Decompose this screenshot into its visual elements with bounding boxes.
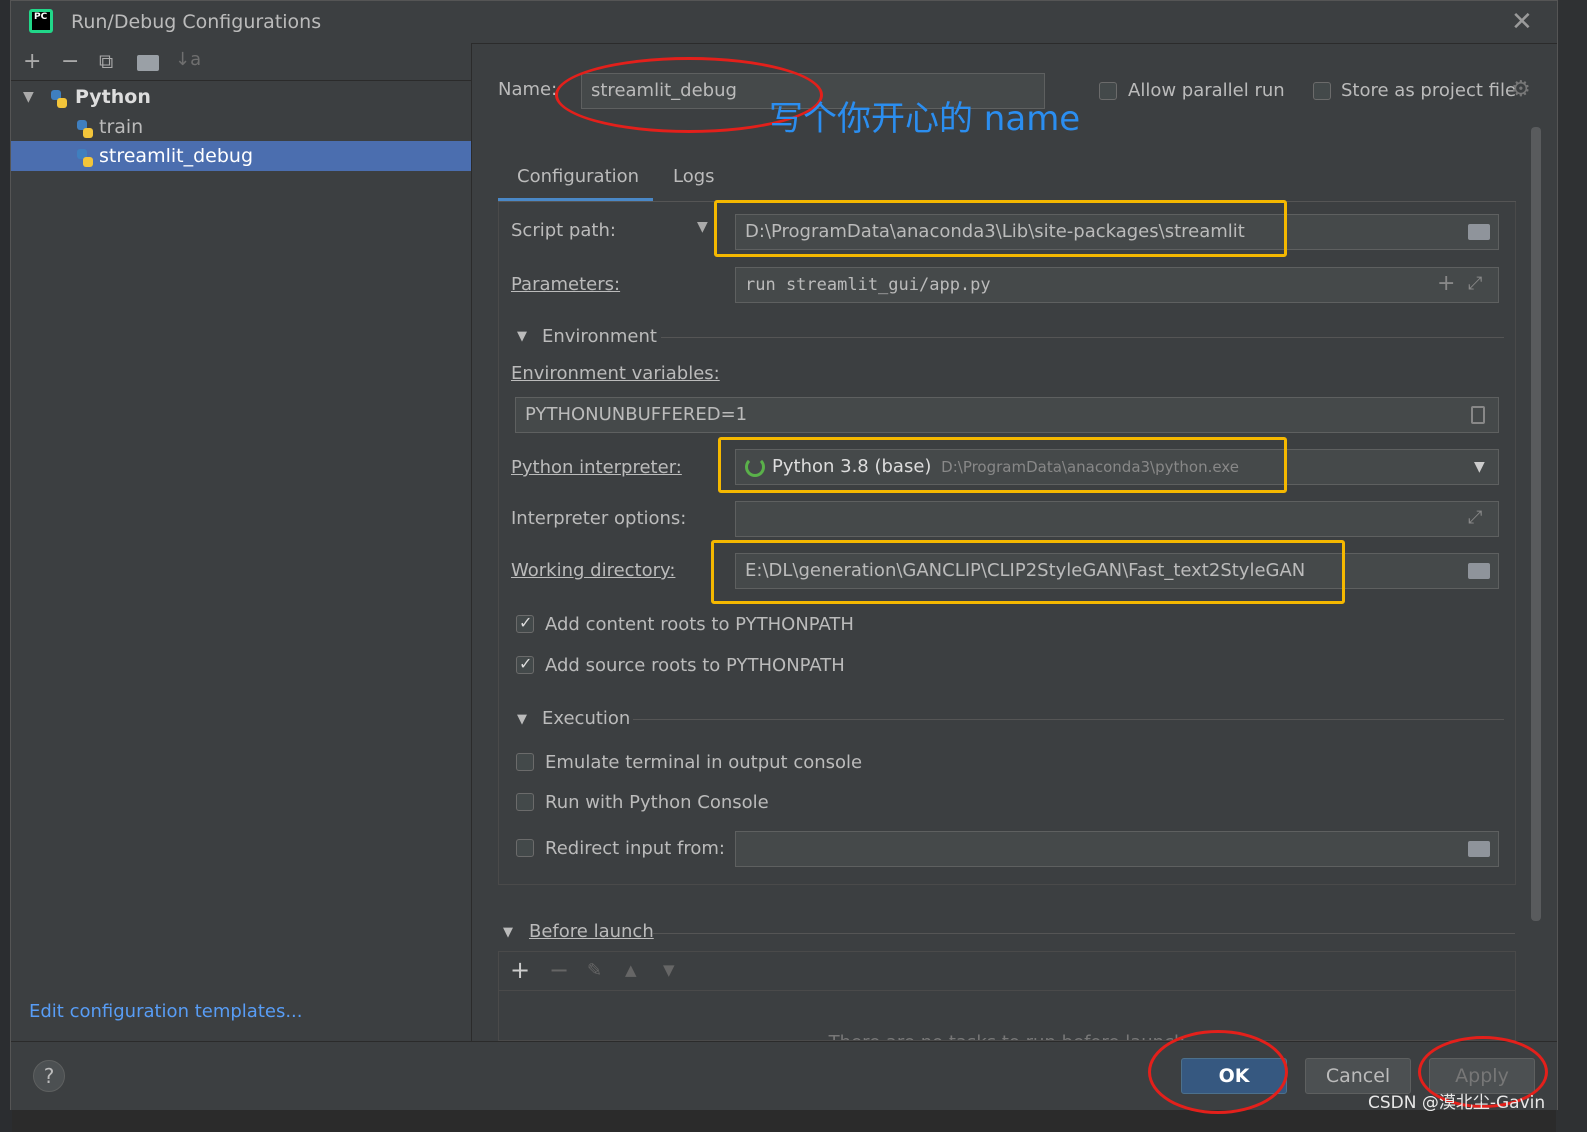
close-icon[interactable]: ✕	[1511, 7, 1533, 37]
before-launch-toolbar	[499, 952, 1515, 991]
allow-parallel-checkbox[interactable]	[1099, 82, 1117, 100]
redirect-input-field[interactable]	[735, 831, 1499, 867]
chevron-down-icon[interactable]: ▼	[503, 925, 513, 940]
dialog-button-bar: ? OK Cancel Apply	[11, 1030, 1557, 1114]
pycharm-logo-icon: PC	[29, 9, 53, 33]
emulate-terminal-label: Emulate terminal in output console	[545, 752, 863, 773]
gear-icon[interactable]: ⚙	[1511, 77, 1531, 102]
background-ide-edge-right	[1556, 0, 1587, 1132]
run-console-checkbox[interactable]	[516, 793, 534, 811]
redirect-input-checkbox[interactable]	[516, 839, 534, 857]
before-launch-title: Before launch	[529, 921, 654, 942]
tab-logs[interactable]: Logs	[673, 166, 715, 187]
tab-configuration[interactable]: Configuration	[517, 166, 639, 187]
annotation-text: 写个你开心的 name	[769, 99, 1081, 139]
working-dir-label: Working directory:	[511, 560, 676, 581]
folder-add-icon[interactable]	[137, 55, 159, 71]
csdn-watermark: CSDN @漠北尘-Gavin	[1368, 1093, 1546, 1113]
remove-task-icon[interactable]: −	[549, 956, 569, 984]
edit-list-icon[interactable]	[1471, 406, 1485, 424]
environment-section-title: Environment	[542, 326, 657, 347]
folder-icon[interactable]	[1468, 224, 1490, 240]
copy-config-icon[interactable]: ⧉	[99, 49, 113, 73]
help-button[interactable]: ?	[33, 1060, 65, 1092]
run-console-label: Run with Python Console	[545, 792, 769, 813]
section-divider	[661, 337, 1504, 338]
parameters-label: Parameters:	[511, 274, 621, 295]
expand-icon[interactable]: ⤢	[1468, 273, 1482, 294]
chevron-down-icon[interactable]: ▼	[1474, 459, 1485, 475]
emulate-terminal-checkbox[interactable]	[516, 753, 534, 771]
execution-section-title: Execution	[542, 708, 631, 729]
config-tree-panel: + − ⧉ ↓a ▼ Python train streamlit_debug …	[11, 43, 472, 1041]
add-content-roots-checkbox[interactable]	[516, 613, 534, 633]
tree-item-label: train	[99, 116, 144, 138]
plus-icon[interactable]: +	[1437, 271, 1455, 296]
interp-options-input[interactable]	[735, 501, 1499, 537]
tree-item-label: streamlit_debug	[99, 145, 254, 167]
vertical-scrollbar[interactable]	[1531, 127, 1541, 921]
add-source-roots-checkbox[interactable]	[516, 654, 534, 674]
run-debug-dialog: PC Run/Debug Configurations ✕ + − ⧉ ↓a ▼…	[10, 0, 1558, 1114]
add-source-roots-label: Add source roots to PYTHONPATH	[545, 655, 845, 676]
chevron-down-icon[interactable]: ▼	[517, 329, 527, 344]
expand-icon[interactable]: ⤢	[1468, 507, 1482, 528]
allow-parallel-label: Allow parallel run	[1128, 80, 1285, 101]
script-type-dropdown-icon[interactable]: ▼	[697, 219, 708, 235]
move-down-icon[interactable]: ▼	[663, 961, 675, 979]
section-divider	[653, 933, 1515, 934]
sort-icon[interactable]: ↓a	[175, 49, 201, 70]
env-vars-label: Environment variables:	[511, 363, 720, 384]
folder-icon[interactable]	[1468, 841, 1490, 857]
chevron-down-icon[interactable]: ▼	[517, 712, 527, 727]
folder-icon[interactable]	[1468, 563, 1490, 579]
yellow-highlight-interpreter	[718, 437, 1287, 493]
interp-options-label: Interpreter options:	[511, 508, 687, 529]
title-bar: PC Run/Debug Configurations ✕	[11, 1, 1557, 44]
toolbar-divider	[11, 80, 471, 81]
tree-item-train[interactable]: train	[11, 112, 471, 142]
tree-group-python[interactable]: ▼ Python	[11, 82, 471, 112]
before-launch-empty-text: There are no tasks to run before launch	[499, 1032, 1515, 1040]
add-task-icon[interactable]: +	[510, 956, 530, 984]
edit-task-icon[interactable]: ✎	[587, 960, 602, 981]
env-vars-input[interactable]: PYTHONUNBUFFERED=1	[515, 397, 1499, 433]
tree-item-streamlit-debug[interactable]: streamlit_debug	[11, 141, 471, 171]
name-label: Name:	[498, 79, 558, 100]
section-divider	[633, 719, 1504, 720]
script-path-label: Script path:	[511, 220, 616, 241]
chevron-down-icon[interactable]: ▼	[23, 82, 34, 112]
window-title: Run/Debug Configurations	[71, 11, 322, 33]
yellow-highlight-script-path	[714, 200, 1287, 257]
tree-group-label: Python	[75, 86, 151, 108]
red-highlight-ok	[1148, 1030, 1288, 1114]
edit-templates-link[interactable]: Edit configuration templates...	[29, 1001, 303, 1022]
interpreter-label: Python interpreter:	[511, 457, 682, 478]
remove-config-button[interactable]: −	[61, 49, 79, 74]
config-detail-panel: Name: streamlit_debug Allow parallel run…	[473, 43, 1557, 1041]
before-launch-panel: + − ✎ ▲ ▼ There are no tasks to run befo…	[498, 951, 1516, 1041]
python-icon	[75, 147, 95, 177]
move-up-icon[interactable]: ▲	[625, 961, 637, 979]
yellow-highlight-working-dir	[711, 540, 1345, 604]
store-project-label: Store as project file	[1341, 80, 1517, 101]
redirect-input-label: Redirect input from:	[545, 838, 725, 859]
store-project-checkbox[interactable]	[1313, 82, 1331, 100]
add-content-roots-label: Add content roots to PYTHONPATH	[545, 614, 854, 635]
add-config-button[interactable]: +	[23, 49, 41, 74]
parameters-input[interactable]: run streamlit_gui/app.py	[735, 267, 1499, 303]
